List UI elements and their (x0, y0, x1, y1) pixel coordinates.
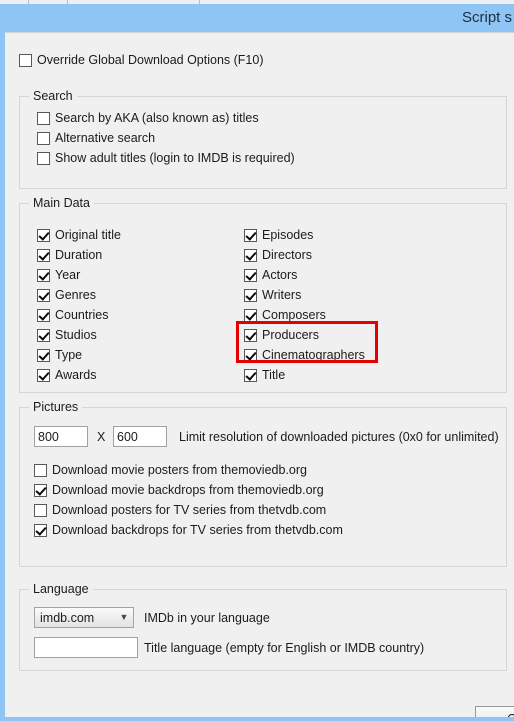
resolution-note: Limit resolution of downloaded pictures … (179, 430, 499, 444)
cinematographers-checkbox-row[interactable]: Cinematographers (244, 345, 365, 365)
dimension-separator: X (97, 430, 106, 444)
download-movie-posters-checkbox-row[interactable]: Download movie posters from themoviedb.o… (34, 460, 307, 480)
countries-checkbox-row[interactable]: Countries (37, 305, 109, 325)
type-label: Type (55, 348, 83, 362)
genres-checkbox-row[interactable]: Genres (37, 285, 96, 305)
type-checkbox[interactable] (37, 348, 50, 362)
studios-checkbox-row[interactable]: Studios (37, 325, 97, 345)
search-by-aka-label: Search by AKA (also known as) titles (55, 111, 259, 125)
dialog-body: Override Global Download Options (F10) S… (5, 32, 514, 717)
download-tv-posters-checkbox-row[interactable]: Download posters for TV series from thet… (34, 500, 326, 520)
original-title-label: Original title (55, 228, 121, 242)
genres-label: Genres (55, 288, 96, 302)
override-global-download-options-checkbox[interactable] (19, 53, 32, 67)
title-checkbox[interactable] (244, 368, 257, 382)
producers-checkbox-row[interactable]: Producers (244, 325, 319, 345)
directors-checkbox[interactable] (244, 248, 257, 262)
directors-label: Directors (262, 248, 313, 262)
ok-button-label: O (507, 712, 514, 717)
ok-button[interactable]: O (475, 706, 514, 717)
writers-checkbox-row[interactable]: Writers (244, 285, 301, 305)
pictures-group: Pictures X Limit resolution of downloade… (19, 400, 507, 567)
dialog-title: Script s (461, 9, 512, 26)
studios-checkbox[interactable] (37, 328, 50, 342)
actors-checkbox[interactable] (244, 268, 257, 282)
producers-checkbox[interactable] (244, 328, 257, 342)
script-settings-dialog: Script s Override Global Download Option… (0, 4, 514, 721)
picture-width-input[interactable] (34, 426, 88, 447)
imdb-domain-note: IMDb in your language (144, 611, 270, 625)
download-tv-backdrops-label: Download backdrops for TV series from th… (52, 523, 343, 537)
download-movie-backdrops-label: Download movie backdrops from themoviedb… (52, 483, 324, 497)
title-language-note: Title language (empty for English or IMD… (144, 641, 425, 655)
awards-label: Awards (55, 368, 97, 382)
year-label: Year (55, 268, 81, 282)
studios-label: Studios (55, 328, 97, 342)
pictures-group-title: Pictures (29, 400, 83, 414)
cinematographers-label: Cinematographers (262, 348, 365, 362)
composers-label: Composers (262, 308, 326, 322)
episodes-checkbox[interactable] (244, 228, 257, 242)
producers-label: Producers (262, 328, 319, 342)
cinematographers-checkbox[interactable] (244, 348, 257, 362)
language-group-title: Language (29, 582, 93, 596)
download-tv-posters-checkbox[interactable] (34, 503, 47, 517)
download-tv-backdrops-checkbox[interactable] (34, 523, 47, 537)
show-adult-titles-checkbox-row[interactable]: Show adult titles (login to IMDB is requ… (37, 148, 295, 168)
download-movie-backdrops-checkbox-row[interactable]: Download movie backdrops from themoviedb… (34, 480, 324, 500)
dialog-title-bar[interactable]: Script s (0, 4, 514, 32)
search-by-aka-checkbox-row[interactable]: Search by AKA (also known as) titles (37, 108, 259, 128)
download-movie-posters-checkbox[interactable] (34, 463, 47, 477)
awards-checkbox-row[interactable]: Awards (37, 365, 96, 385)
original-title-checkbox[interactable] (37, 228, 50, 242)
title-label: Title (262, 368, 286, 382)
title-checkbox-row[interactable]: Title (244, 365, 285, 385)
type-checkbox-row[interactable]: Type (37, 345, 82, 365)
chevron-down-icon: ▼ (119, 612, 129, 622)
year-checkbox-row[interactable]: Year (37, 265, 80, 285)
original-title-checkbox-row[interactable]: Original title (37, 225, 121, 245)
download-movie-posters-label: Download movie posters from themoviedb.o… (52, 463, 307, 477)
composers-checkbox-row[interactable]: Composers (244, 305, 326, 325)
composers-checkbox[interactable] (244, 308, 257, 322)
override-global-download-options-checkbox-row[interactable]: Override Global Download Options (F10) (19, 50, 264, 70)
download-tv-backdrops-checkbox-row[interactable]: Download backdrops for TV series from th… (34, 520, 343, 540)
episodes-label: Episodes (262, 228, 314, 242)
duration-label: Duration (55, 248, 103, 262)
download-tv-posters-label: Download posters for TV series from thet… (52, 503, 327, 517)
genres-checkbox[interactable] (37, 288, 50, 302)
main-data-group: Main Data Original title Duration Year G… (19, 196, 507, 393)
title-language-input[interactable] (34, 637, 138, 658)
countries-label: Countries (55, 308, 109, 322)
show-adult-titles-label: Show adult titles (login to IMDB is requ… (55, 151, 295, 165)
episodes-checkbox-row[interactable]: Episodes (244, 225, 313, 245)
download-movie-backdrops-checkbox[interactable] (34, 483, 47, 497)
awards-checkbox[interactable] (37, 368, 50, 382)
writers-checkbox[interactable] (244, 288, 257, 302)
search-by-aka-checkbox[interactable] (37, 111, 50, 125)
imdb-domain-select[interactable]: imdb.com ▼ (34, 607, 134, 628)
search-group-title: Search (29, 89, 77, 103)
show-adult-titles-checkbox[interactable] (37, 151, 50, 165)
imdb-domain-value: imdb.com (40, 610, 95, 625)
actors-label: Actors (262, 268, 298, 282)
duration-checkbox-row[interactable]: Duration (37, 245, 102, 265)
alternative-search-checkbox-row[interactable]: Alternative search (37, 128, 155, 148)
alternative-search-checkbox[interactable] (37, 131, 50, 145)
duration-checkbox[interactable] (37, 248, 50, 262)
override-global-download-options-label: Override Global Download Options (F10) (37, 53, 264, 67)
directors-checkbox-row[interactable]: Directors (244, 245, 312, 265)
main-data-group-title: Main Data (29, 196, 94, 210)
year-checkbox[interactable] (37, 268, 50, 282)
countries-checkbox[interactable] (37, 308, 50, 322)
picture-height-input[interactable] (113, 426, 167, 447)
search-group: Search Search by AKA (also known as) tit… (19, 89, 507, 189)
language-group: Language imdb.com ▼ IMDb in your languag… (19, 582, 507, 671)
writers-label: Writers (262, 288, 302, 302)
alternative-search-label: Alternative search (55, 131, 156, 145)
actors-checkbox-row[interactable]: Actors (244, 265, 297, 285)
